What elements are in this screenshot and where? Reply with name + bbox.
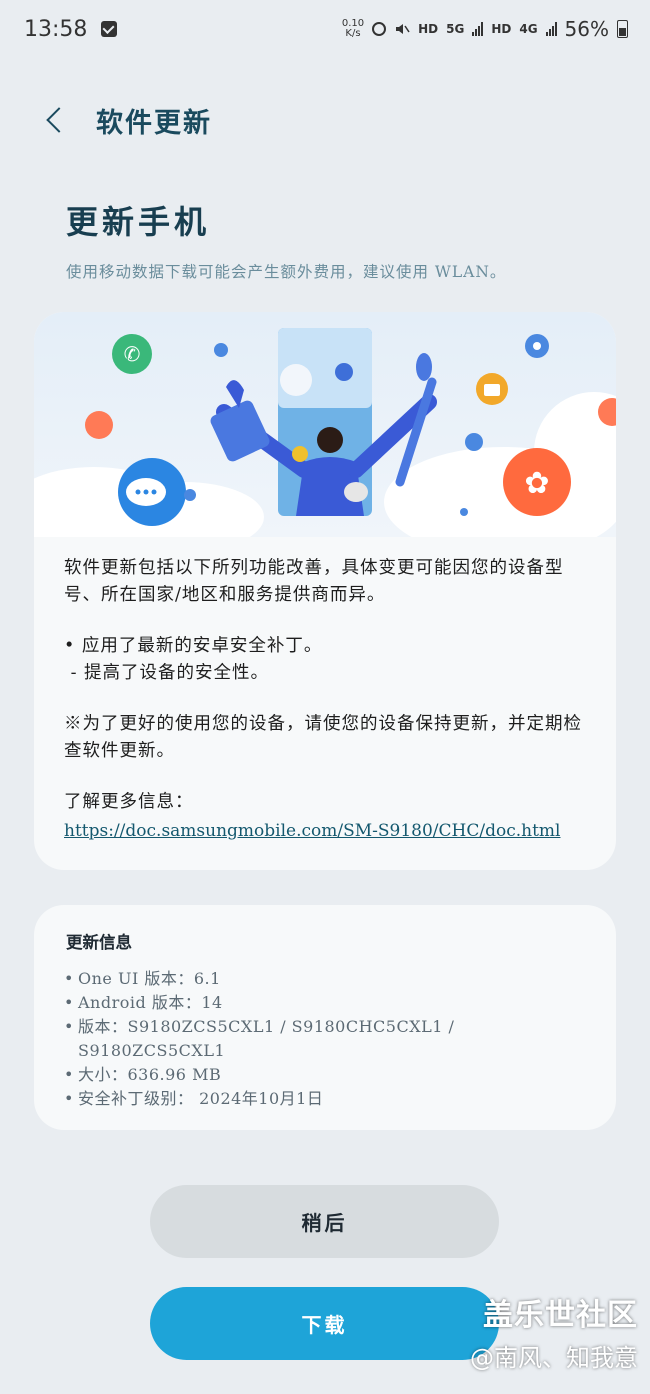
app-header: 软件更新	[40, 100, 212, 140]
learn-more-label: 了解更多信息：	[64, 792, 194, 812]
update-info-item: • 版本：S9180ZCS5CXL1 / S9180CHC5CXL1 / S918…	[64, 1017, 455, 1060]
update-info-item: • Android 版本：14	[64, 993, 223, 1012]
release-notes-bullet: • 应用了最新的安卓安全补丁。	[64, 636, 323, 656]
hd-label-2: HD	[491, 22, 512, 36]
download-button[interactable]: 下载	[150, 1287, 499, 1360]
update-info-item: • One UI 版本：6.1	[64, 969, 221, 988]
page-subtitle: 使用移动数据下载可能会产生额外费用，建议使用 WLAN。	[66, 263, 507, 281]
5g-label: 5G	[446, 22, 465, 36]
watermark-community: 盖乐世社区	[483, 1298, 638, 1333]
release-notes-intro: 软件更新包括以下所列功能改善，具体变更可能因您的设备型号、所在国家/地区和服务提…	[64, 558, 564, 605]
watermark-author: @南风、知我意	[470, 1344, 638, 1372]
page-title: 更新手机	[66, 203, 211, 241]
status-time: 13:58	[24, 16, 88, 42]
release-notes-note: ※为了更好的使用您的设备，请使您的设备保持更新，并定期检查软件更新。	[64, 714, 582, 761]
update-info-list: • One UI 版本：6.1 • Android 版本：14 • 版本：S9180Z…	[64, 967, 592, 1111]
release-notes-card: ✆ ✿ 软件更新包括以下所列功能改善，具体变更可能因您的设备型号、所在国家/地区…	[34, 312, 616, 870]
update-info-item: • 安全补丁级别： 2024年10月1日	[64, 1089, 324, 1108]
watermark: 盖乐世社区 @南风、知我意	[470, 1290, 638, 1373]
update-info-item: • 大小：636.96 MB	[64, 1065, 222, 1084]
later-button[interactable]: 稍后	[150, 1185, 499, 1258]
update-illustration: ✆ ✿	[34, 328, 616, 557]
notification-check-icon	[101, 21, 118, 37]
signal-icon-1	[472, 22, 484, 36]
svg-text:✆: ✆	[124, 342, 141, 366]
network-speed-unit: K/s	[345, 28, 361, 39]
header-title: 软件更新	[96, 107, 212, 139]
back-button[interactable]	[40, 100, 72, 140]
hero-illustration: ✆ ✿	[34, 312, 616, 557]
update-info-card: 更新信息 • One UI 版本：6.1 • Android 版本：14 • 版本：S…	[34, 905, 616, 1130]
network-speed: 0.10 K/s	[342, 19, 364, 39]
chevron-left-icon	[46, 107, 72, 133]
learn-more-link[interactable]: https://doc.samsungmobile.com/SM-S9180/C…	[64, 818, 561, 845]
mute-icon	[396, 24, 410, 34]
signal-icon-2	[545, 22, 557, 36]
svg-text:✿: ✿	[524, 466, 549, 501]
release-notes-sub-bullet: - 提高了设备的安全性。	[64, 663, 270, 683]
update-info-title: 更新信息	[66, 933, 132, 952]
release-notes-text: 软件更新包括以下所列功能改善，具体变更可能因您的设备型号、所在国家/地区和服务提…	[64, 555, 586, 845]
battery-icon	[617, 20, 628, 38]
alarm-icon	[372, 22, 387, 36]
4g-label: 4G	[519, 22, 538, 36]
battery-percent: 56%	[564, 17, 609, 41]
status-bar: 13:58 0.10 K/s HD 5G HD 4G 56%	[0, 0, 650, 58]
hd-label-1: HD	[418, 22, 439, 36]
